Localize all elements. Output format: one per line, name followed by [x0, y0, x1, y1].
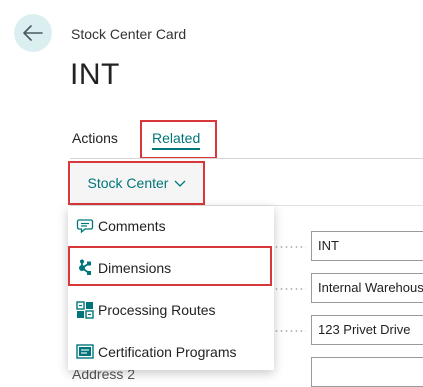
processing-routes-icon	[76, 301, 94, 319]
menu-button-label: Stock Center	[87, 175, 169, 191]
menu-item-certification-programs[interactable]: Certification Programs	[68, 332, 274, 372]
menu-item-label: Processing Routes	[98, 302, 216, 318]
code-field[interactable]: INT	[311, 231, 423, 261]
back-button[interactable]	[14, 14, 52, 52]
tab-related[interactable]: Related	[152, 130, 201, 150]
menu-item-label: Certification Programs	[98, 344, 237, 360]
certification-programs-icon	[76, 343, 94, 361]
menu-item-label: Dimensions	[98, 260, 172, 276]
divider	[70, 158, 423, 159]
menu-item-processing-routes[interactable]: Processing Routes	[68, 290, 274, 330]
field-leader	[274, 330, 306, 332]
address-field[interactable]: 123 Privet Drive	[311, 315, 423, 345]
menu-item-comments[interactable]: Comments	[68, 206, 274, 246]
stock-center-menu-button[interactable]: Stock Center	[71, 163, 203, 203]
record-title: INT	[70, 58, 120, 91]
comment-icon	[76, 217, 94, 235]
chevron-down-icon	[174, 180, 186, 188]
card-type-caption: Stock Center Card	[71, 26, 187, 42]
address-2-field[interactable]	[311, 357, 423, 387]
menu-item-label: Comments	[98, 218, 166, 234]
name-field[interactable]: Internal Warehouse	[311, 273, 423, 303]
related-dropdown-menu: Comments Dimensions Processing Routes Ce…	[68, 206, 274, 370]
field-leader	[274, 288, 306, 290]
tab-actions[interactable]: Actions	[72, 130, 118, 146]
dimensions-icon	[76, 259, 94, 277]
field-leader	[274, 246, 306, 248]
menu-item-dimensions[interactable]: Dimensions	[68, 248, 274, 288]
arrow-left-icon	[23, 25, 43, 41]
